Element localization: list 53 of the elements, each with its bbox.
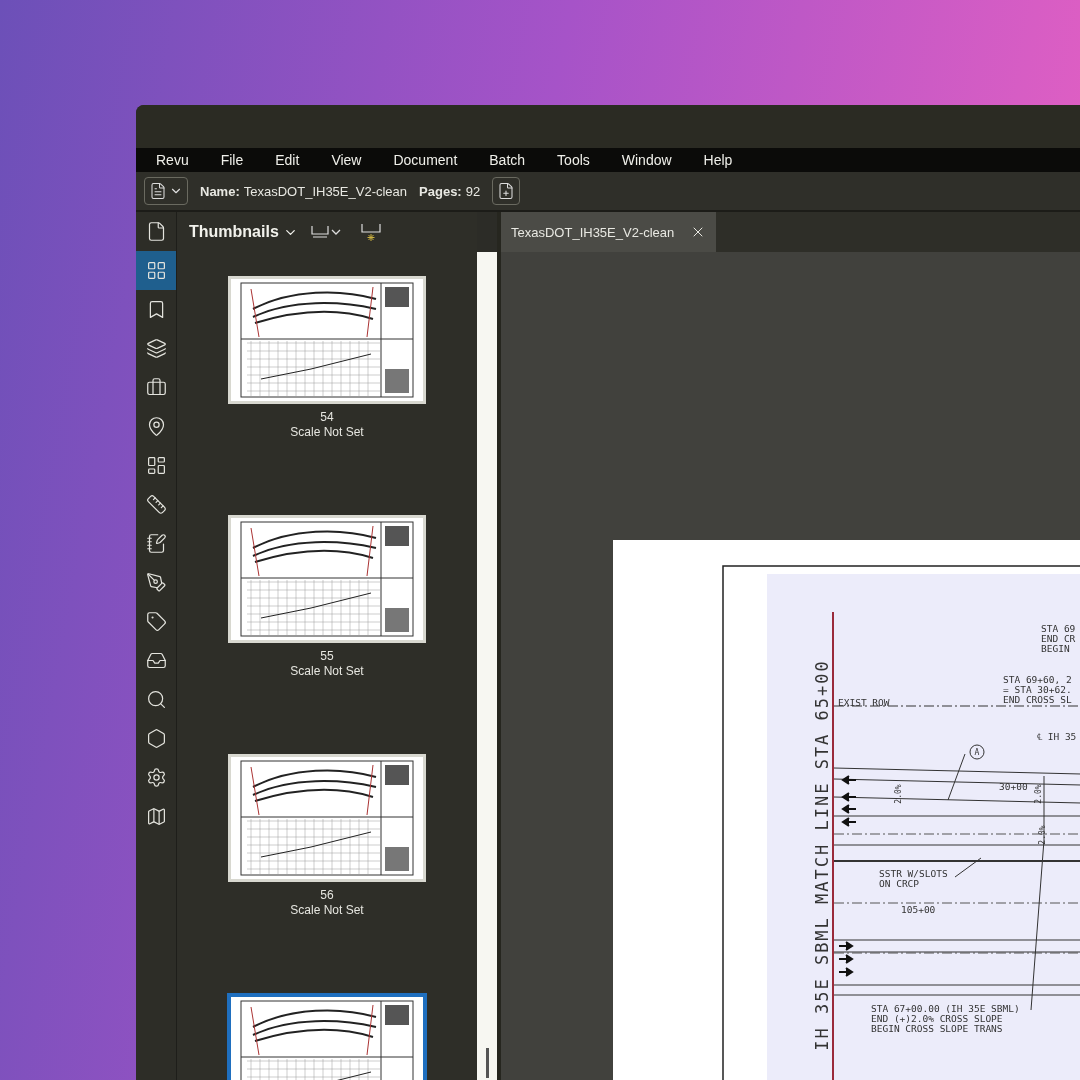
slope-label: 2.0%: [1034, 784, 1043, 804]
add-page-button[interactable]: [492, 177, 521, 205]
panel-title-dropdown[interactable]: Thumbnails: [189, 223, 298, 241]
menu-item[interactable]: Document: [393, 152, 477, 168]
page-number: 56: [320, 888, 334, 903]
menu-item[interactable]: Tools: [557, 152, 609, 168]
drawing-note: 105+00: [901, 904, 936, 915]
add-file-icon: [497, 182, 516, 200]
document-menu-button[interactable]: [144, 177, 188, 205]
ruler-icon: [145, 494, 167, 515]
menu-item[interactable]: File: [220, 152, 263, 168]
drawing-note: ℄ IH 35: [1037, 731, 1077, 742]
drawing-note: STA 67+00.00 (IH 35E SBML) END (+)2.0% CROSS SLOPE BEGIN CROSS SLOPE TRANS: [871, 1003, 1020, 1034]
search-icon: [145, 689, 167, 710]
page-number: 55: [320, 649, 334, 664]
polygon-icon: [145, 728, 167, 749]
tag-icon: [145, 611, 167, 632]
floor-plan-icon: [145, 455, 167, 476]
slope-label: 2.0%: [1038, 825, 1047, 845]
scrollbar[interactable]: [477, 252, 497, 1080]
drawing-note: STA 69 END CR BEGIN: [1041, 623, 1076, 654]
menu-item[interactable]: View: [331, 152, 381, 168]
scale-label: Scale Not Set: [290, 664, 364, 679]
menu-item[interactable]: Edit: [275, 152, 319, 168]
scale-label: Scale Not Set: [290, 903, 364, 918]
menu-item[interactable]: Help: [703, 152, 752, 168]
document-tab[interactable]: TexasDOT_IH35E_V2-clean: [501, 212, 716, 252]
settings-icon: [145, 767, 167, 788]
drawing-note: SSTR W/SLOTS ON CRCP: [879, 868, 948, 889]
menu-item[interactable]: Window: [621, 152, 691, 168]
notepad-pen-icon: [145, 533, 167, 554]
map-icon: [145, 806, 167, 827]
drawing-note: 30+00: [999, 781, 1028, 792]
page-number: 54: [320, 410, 334, 425]
pages-label: Pages:: [419, 183, 462, 199]
briefcase-icon: [145, 377, 167, 398]
drawing-note: EXIST ROW: [838, 697, 890, 708]
name-label: Name:: [200, 183, 240, 199]
callout-marker: A: [969, 744, 985, 760]
document-icon: [149, 182, 167, 200]
scale-label: Scale Not Set: [290, 425, 364, 440]
match-line-label: IH 35E SBML MATCH LINE STA 65+00: [812, 659, 832, 1051]
grid-icon: [145, 260, 167, 281]
drawing-note: STA 69+60, 2 = STA 30+62. END CROSS SL: [1003, 674, 1072, 705]
layers-icon: [145, 338, 167, 359]
page-count: 92: [465, 183, 481, 199]
menu-item[interactable]: Revu: [156, 152, 208, 168]
rail-button[interactable]: [136, 251, 176, 290]
tray-icon: [145, 650, 167, 671]
slope-label: 2.0%: [894, 784, 903, 804]
pen-nib-icon: [145, 572, 167, 593]
document-name: TexasDOT_IH35E_V2-clean: [243, 183, 408, 199]
menu-item[interactable]: Batch: [489, 152, 545, 168]
